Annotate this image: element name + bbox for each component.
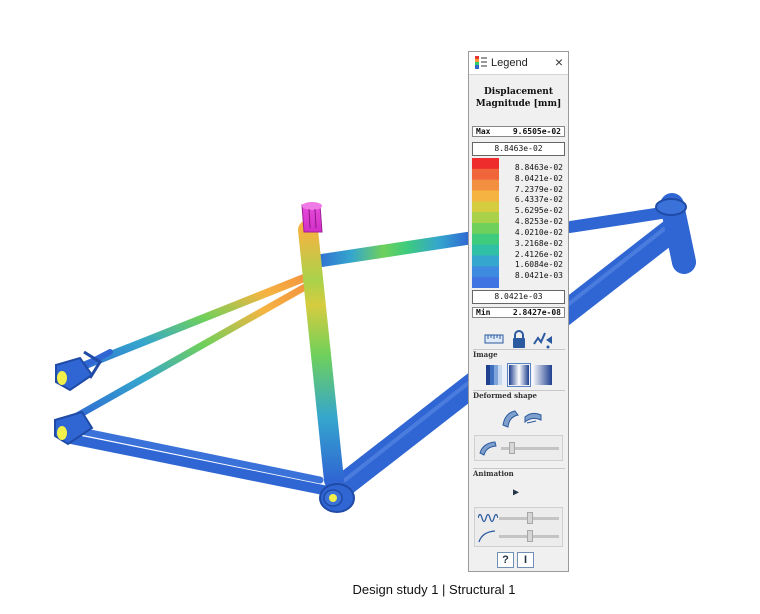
color-scale-tick-label: 8.0421e-03 [514, 271, 563, 281]
divider [473, 390, 565, 391]
result-heading-line1: Displacement [484, 87, 553, 97]
color-scale-tick-label: 1.6084e-02 [514, 260, 563, 270]
color-scale-tick-label: 2.4126e-02 [514, 249, 563, 259]
color-scale-band [472, 266, 499, 278]
legend-app-icon [475, 56, 487, 69]
max-value: 9.6505e-02 [512, 127, 561, 136]
color-scale-tick-label: 8.0421e-02 [514, 173, 563, 183]
result-heading-line2: Magnitude [mm] [475, 99, 562, 109]
top-tube [305, 231, 477, 269]
undeformed-shape-icon[interactable] [499, 407, 521, 429]
animation-sliders-box [474, 507, 563, 547]
section-animation-label: Animation [473, 469, 514, 478]
lock-icon[interactable] [508, 328, 530, 350]
color-scale-tick-label: 6.4337e-02 [514, 195, 563, 205]
color-scale-band [472, 190, 499, 202]
legend-options-button[interactable]: I [517, 552, 534, 568]
image-style-smooth[interactable] [507, 363, 531, 387]
seat-tube [298, 220, 344, 490]
frequency-icon [478, 513, 498, 523]
legend-tools [469, 328, 568, 350]
ruler-icon[interactable] [483, 328, 505, 350]
legend-bottom-toolbar: ? I [497, 552, 541, 568]
probe-icon[interactable] [532, 328, 554, 350]
play-button[interactable]: ▶ [513, 487, 519, 498]
color-scale-band [472, 168, 499, 180]
window-caption: Design study 1 | Structural 1 [352, 582, 516, 597]
section-image-label: Image [473, 350, 498, 359]
legend-titlebar[interactable]: Legend × [469, 52, 568, 75]
deformed-overlay-icon[interactable] [522, 407, 544, 429]
chain-stay-left [61, 433, 343, 498]
top-tube-front [564, 206, 674, 233]
max-label: Max [476, 127, 491, 136]
animation-amplitude-thumb[interactable] [527, 530, 533, 542]
color-scale-band [472, 223, 499, 235]
section-deformed-label: Deformed shape [473, 391, 537, 400]
min-value: 2.8427e-08 [512, 308, 561, 317]
divider [473, 349, 565, 350]
max-readout: Max 9.6505e-02 [472, 126, 565, 137]
legend-panel[interactable]: Legend × Displacement Magnitude [mm] Max… [468, 51, 569, 572]
model-viewport[interactable] [0, 0, 760, 614]
lower-limit-field[interactable]: 8.0421e-03 [472, 290, 565, 304]
upper-limit-field[interactable]: 8.8463e-02 [472, 142, 565, 156]
bike-frame-model[interactable] [0, 0, 760, 614]
image-style-gradient[interactable] [531, 364, 553, 386]
color-scale-tick-label: 8.8463e-02 [514, 162, 563, 172]
image-style-options [485, 363, 553, 387]
result-heading: Displacement Magnitude [mm] [469, 86, 568, 110]
help-button[interactable]: ? [497, 552, 514, 568]
color-scale-band [472, 277, 499, 288]
color-scale-band [472, 158, 499, 170]
color-scale-band [472, 201, 499, 213]
color-scale-band [472, 255, 499, 267]
legend-title: Legend [491, 57, 528, 69]
color-scale-band [472, 212, 499, 224]
deform-scale-icon [479, 441, 497, 456]
color-scale-tick-label: 3.2168e-02 [514, 238, 563, 248]
divider [473, 468, 565, 469]
color-scale-tick-label: 7.2379e-02 [514, 184, 563, 194]
color-scale-band [472, 244, 499, 256]
color-scale-tick-label: 5.6295e-02 [514, 206, 563, 216]
color-scale-tick-label: 4.8253e-02 [514, 217, 563, 227]
color-scale-band [472, 233, 499, 245]
deform-scale-slider-box [474, 435, 563, 461]
color-scale-bar [472, 158, 499, 288]
close-icon[interactable]: × [555, 54, 563, 70]
deform-scale-thumb[interactable] [509, 442, 515, 454]
min-label: Min [476, 308, 491, 317]
chain-stay-right [62, 424, 324, 484]
amplitude-icon [478, 530, 496, 543]
color-scale-tick-label: 4.0210e-02 [514, 227, 563, 237]
min-readout: Min 2.8427e-08 [472, 307, 565, 318]
animation-speed-thumb[interactable] [527, 512, 533, 524]
color-scale-band [472, 179, 499, 191]
image-style-bands[interactable] [485, 364, 507, 386]
